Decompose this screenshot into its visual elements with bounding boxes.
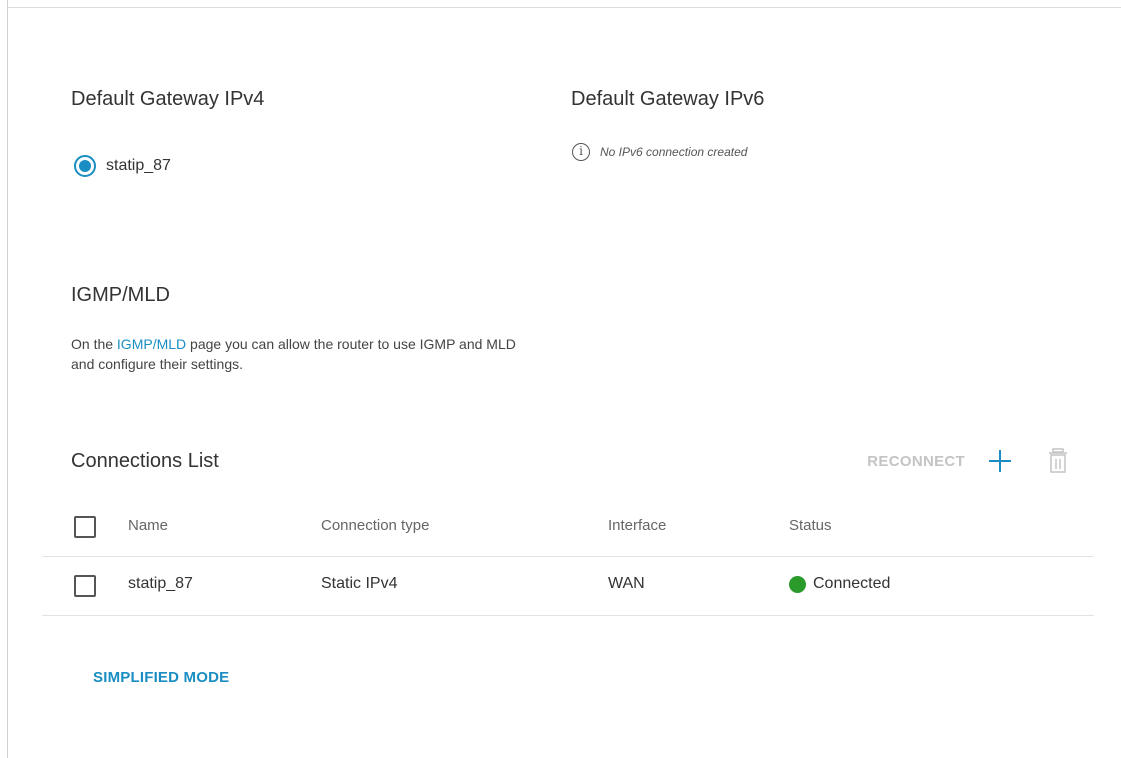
reconnect-button[interactable]: RECONNECT: [867, 453, 965, 470]
row-status-label: Connected: [813, 575, 891, 592]
row-interface: WAN: [608, 575, 645, 592]
column-header-interface: Interface: [608, 517, 667, 534]
column-header-name: Name: [128, 517, 169, 534]
gateway-ipv4-radio-option[interactable]: statip_87: [74, 155, 171, 177]
radio-dot: [79, 160, 91, 172]
delete-trash-icon[interactable]: [1047, 448, 1069, 474]
gateway-ipv4-radio-label: statip_87: [106, 157, 171, 174]
column-header-status: Status: [789, 517, 832, 534]
default-gateway-ipv6-title: Default Gateway IPv6: [571, 88, 765, 110]
row-checkbox[interactable]: [74, 575, 96, 597]
page: Default Gateway IPv4 statip_87 Default G…: [0, 0, 1121, 758]
connections-toolbar: RECONNECT: [867, 448, 1069, 474]
select-all-checkbox[interactable]: [74, 516, 96, 538]
row-status: Connected: [789, 575, 890, 593]
default-gateway-ipv4-title: Default Gateway IPv4: [71, 88, 265, 110]
ipv6-info-message: i No IPv6 connection created: [572, 143, 747, 161]
status-connected-dot-icon: [789, 575, 806, 593]
simplified-mode-button[interactable]: SIMPLIFIED MODE: [93, 669, 229, 686]
igmp-mld-link[interactable]: IGMP/MLD: [117, 336, 186, 352]
igmp-text-before: On the: [71, 336, 117, 352]
table-header-row: Name Connection type Interface Status: [42, 500, 1094, 556]
add-connection-plus-icon[interactable]: [987, 448, 1013, 474]
connections-list-title: Connections List: [71, 450, 219, 472]
igmp-mld-title: IGMP/MLD: [71, 284, 170, 306]
table-row[interactable]: statip_87 Static IPv4 WAN Connected: [42, 556, 1094, 616]
igmp-description: On the IGMP/MLD page you can allow the r…: [71, 334, 531, 374]
radio-selected-icon[interactable]: [74, 155, 96, 177]
info-icon: i: [572, 143, 590, 161]
row-connection-type: Static IPv4: [321, 575, 398, 592]
row-name: statip_87: [128, 575, 193, 592]
top-border: [7, 7, 1121, 8]
connections-table: Name Connection type Interface Status st…: [42, 500, 1094, 616]
left-border: [7, 0, 8, 758]
ipv6-info-text: No IPv6 connection created: [600, 145, 748, 159]
column-header-connection-type: Connection type: [321, 517, 430, 534]
